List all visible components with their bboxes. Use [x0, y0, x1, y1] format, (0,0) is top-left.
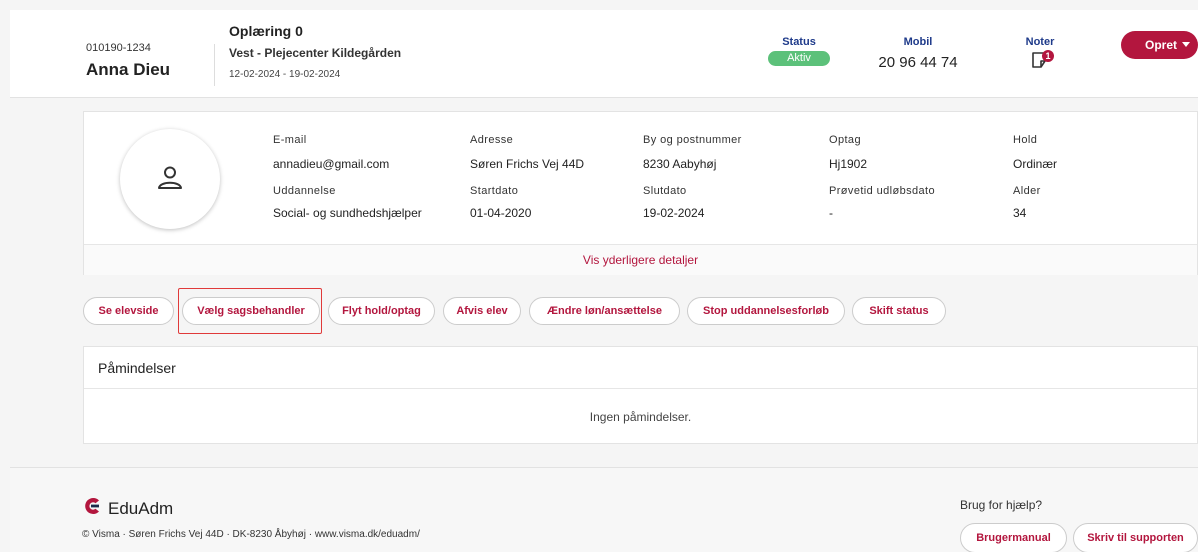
intake-label: Optag — [829, 134, 861, 146]
help-text: Brug for hjælp? — [960, 498, 1043, 512]
user-icon — [158, 166, 182, 189]
create-button-label: Opret — [1144, 38, 1177, 52]
status-badge: Aktiv — [768, 51, 830, 66]
logo-text: EduAdm — [108, 499, 174, 518]
city-value: 8230 Aabyhøj — [643, 157, 717, 171]
probation-value: - — [829, 206, 833, 220]
header-divider — [214, 44, 215, 86]
notes-block[interactable]: Noter 1 — [1023, 36, 1057, 70]
change-status-button[interactable]: Skift status — [852, 297, 946, 325]
team-label: Hold — [1013, 134, 1038, 146]
education-value: Social- og sundhedshjælper — [273, 206, 422, 220]
course-title: Oplæring 0 — [229, 23, 303, 39]
age-value: 34 — [1013, 206, 1027, 220]
address-value: Søren Frichs Vej 44D — [470, 157, 585, 171]
intake-value: Hj1902 — [829, 157, 868, 171]
notes-count-badge: 1 — [1042, 50, 1054, 62]
footer: EduAdm © Visma · Søren Frichs Vej 44D · … — [10, 467, 1198, 552]
move-team-button[interactable]: Flyt hold/optag — [328, 297, 435, 325]
email-value: annadieu@gmail.com — [273, 157, 390, 171]
mobile-label: Mobil — [903, 36, 933, 48]
city-label: By og postnummer — [643, 134, 742, 146]
divider — [84, 388, 1197, 389]
reminders-title: Påmindelser — [98, 360, 176, 376]
note-icon[interactable]: 1 — [1029, 50, 1054, 70]
user-manual-button[interactable]: Brugermanual — [960, 523, 1067, 552]
email-label: E-mail — [273, 134, 307, 146]
end-date-value: 19-02-2024 — [643, 206, 705, 220]
student-name: Anna Dieu — [86, 60, 171, 79]
mobile-value: 20 96 44 74 — [878, 54, 958, 71]
more-details-link[interactable]: Vis yderligere detaljer — [84, 244, 1197, 275]
create-dropdown-button[interactable]: Opret — [1121, 31, 1198, 59]
team-value: Ordinær — [1013, 157, 1058, 171]
caret-down-icon — [1182, 42, 1190, 47]
education-label: Uddannelse — [273, 185, 336, 197]
address-label: Adresse — [470, 134, 514, 146]
eduadm-logo — [85, 498, 99, 514]
age-label: Alder — [1013, 185, 1041, 197]
start-date-label: Startdato — [470, 185, 519, 197]
profile-card: E-mail annadieu@gmail.com Adresse Søren … — [83, 111, 1198, 275]
mobile-block: Mobil 20 96 44 74 — [868, 36, 968, 71]
start-date-value: 01-04-2020 — [470, 206, 532, 220]
focus-highlight — [178, 288, 322, 334]
student-header: 010190-1234 Anna Dieu Oplæring 0 Vest - … — [10, 10, 1198, 98]
student-id: 010190-1234 — [86, 42, 151, 54]
end-date-label: Slutdato — [643, 185, 687, 197]
reminders-panel: Påmindelser Ingen påmindelser. — [83, 346, 1198, 444]
copyright-text: © Visma · Søren Frichs Vej 44D · DK-8230… — [82, 529, 420, 540]
avatar — [120, 129, 220, 229]
stop-education-button[interactable]: Stop uddannelsesforløb — [687, 297, 845, 325]
change-salary-button[interactable]: Ændre løn/ansættelse — [529, 297, 680, 325]
probation-label: Prøvetid udløbsdato — [829, 185, 936, 197]
notes-label: Noter — [1025, 36, 1055, 48]
course-dates: 12-02-2024 - 19-02-2024 — [229, 69, 341, 80]
course-place: Vest - Plejecenter Kildegården — [229, 46, 402, 60]
status-block: Status Aktiv — [768, 36, 830, 66]
reminders-empty-text: Ingen påmindelser. — [589, 410, 692, 424]
view-student-page-button[interactable]: Se elevside — [83, 297, 174, 325]
status-label: Status — [782, 36, 816, 48]
write-support-button[interactable]: Skriv til supporten — [1073, 523, 1198, 552]
reject-student-button[interactable]: Afvis elev — [443, 297, 521, 325]
